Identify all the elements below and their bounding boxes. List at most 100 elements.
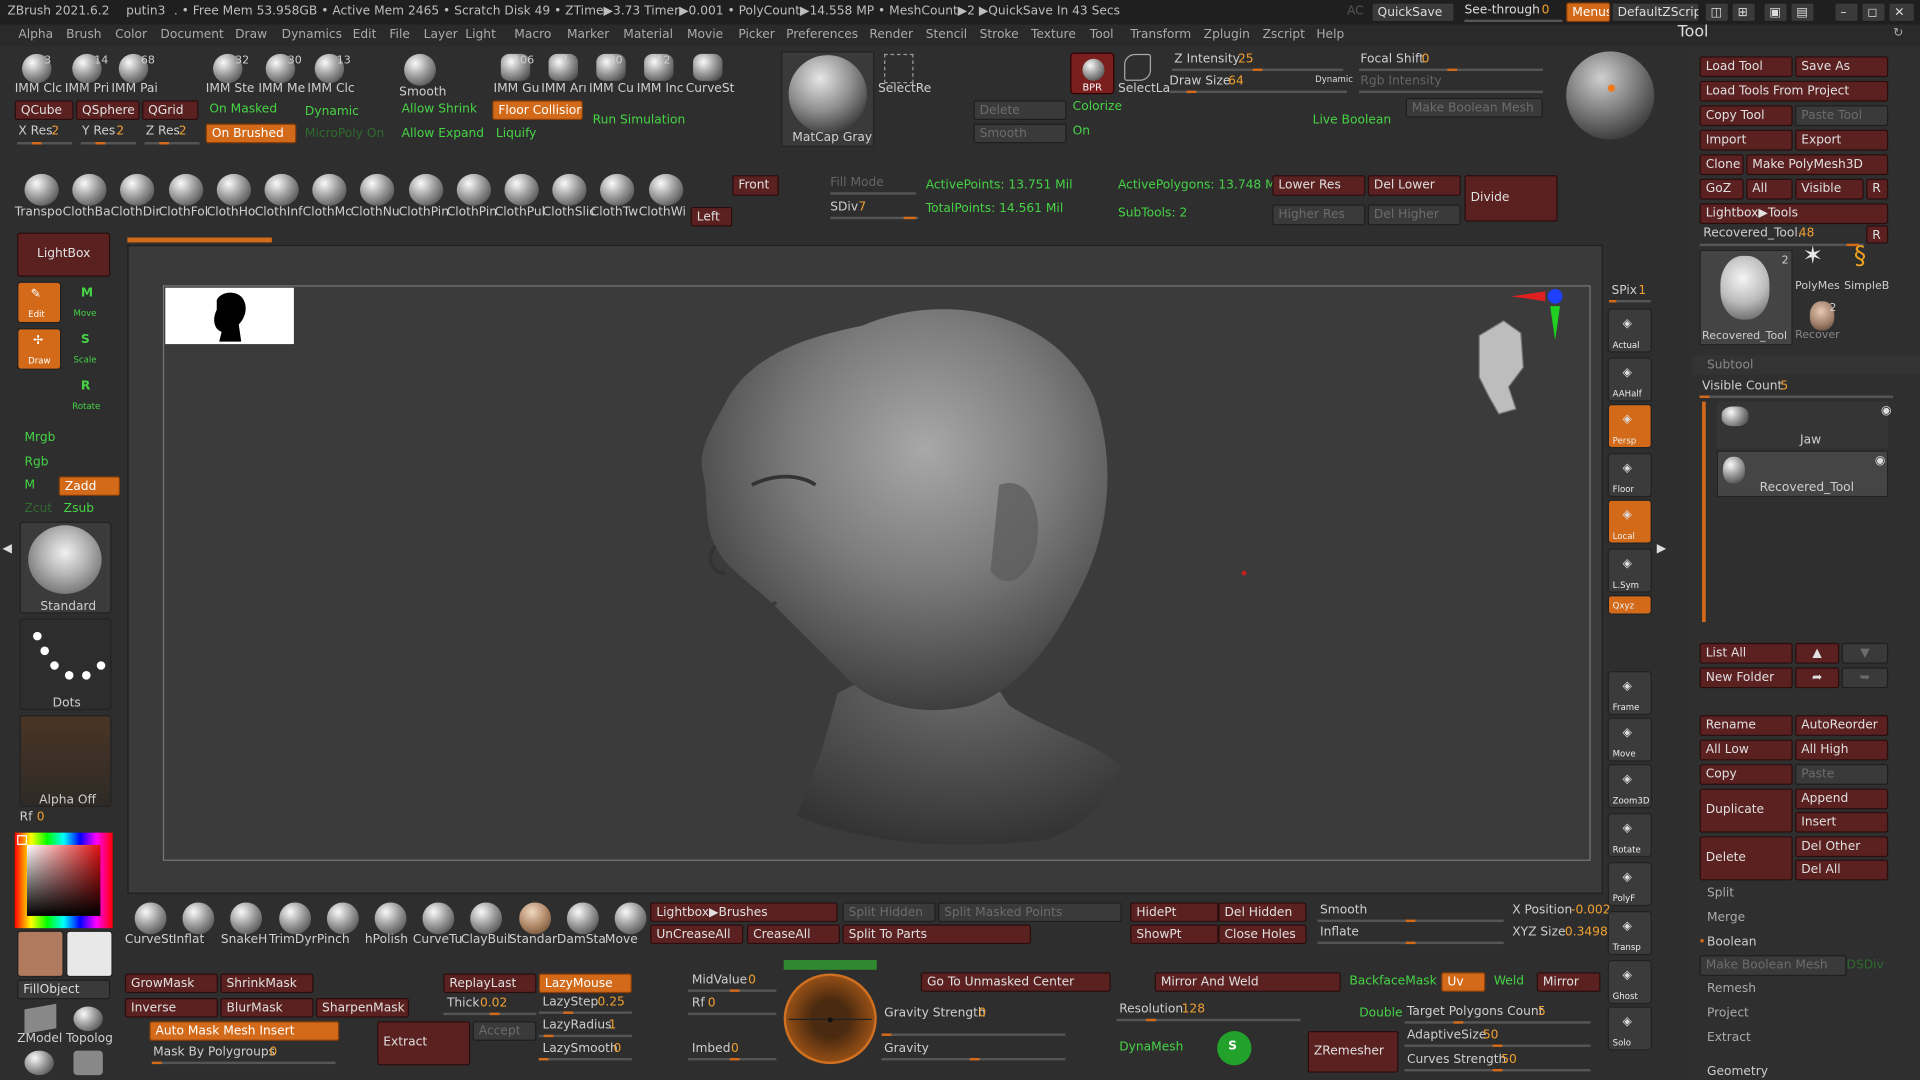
close-holes-button[interactable]: Close Holes [1218,924,1307,945]
focalshift-slider[interactable] [1359,68,1543,72]
inflate-slider[interactable] [1317,941,1504,945]
lightbox-brushes-button[interactable]: Lightbox▶Brushes [650,902,838,923]
move-down-arrow-icon[interactable]: ▼ [1841,642,1889,664]
menu-color[interactable]: Color [115,28,147,43]
on-masked-toggle[interactable]: On Masked [209,103,277,118]
curves-strength-value[interactable]: 50 [1501,1053,1517,1068]
cloth-brush-icon[interactable] [552,173,587,206]
menu-document[interactable]: Document [160,28,223,43]
menu-transform[interactable]: Transform [1130,28,1191,43]
xres-value[interactable]: 2 [51,125,59,140]
allow-shrink-toggle[interactable]: Allow Shrink [402,103,477,118]
make-boolean-mesh-button[interactable]: Make Boolean Mesh [1405,97,1543,118]
recovered-visibility-eye-icon[interactable]: ◉ [1875,454,1886,469]
showpt-button[interactable]: ShowPt [1130,924,1219,945]
cloth-brush-icon[interactable] [312,173,347,206]
fillmode-slider[interactable] [830,192,916,195]
yres-slider[interactable] [80,142,136,145]
project-section[interactable]: Project [1707,1007,1749,1022]
bottom-brush-icon[interactable] [614,902,647,935]
uv-toggle[interactable]: Uv [1441,972,1486,992]
rotate-mode-button[interactable]: R Rotate [66,375,108,417]
frame-view-button[interactable]: ◈ Frame [1607,671,1652,716]
on-brushed-toggle[interactable]: On Brushed [205,123,297,144]
rename-button[interactable]: Rename [1699,715,1793,736]
local-view-button[interactable]: ◈ Local [1607,499,1652,544]
tool-slider[interactable] [1699,243,1864,247]
target-polygons-value[interactable]: 5 [1538,1005,1546,1020]
floor-collision-toggle[interactable]: Floor Collision [492,100,583,121]
export-button[interactable]: Export [1795,129,1889,151]
merge-section[interactable]: Merge [1707,911,1745,926]
menu-file[interactable]: File [389,28,409,43]
all-high-button[interactable]: All High [1795,739,1889,761]
growmask-button[interactable]: GrowMask [124,973,218,994]
mrgb-toggle[interactable]: Mrgb [24,431,55,446]
higher-res-button[interactable]: Higher Res [1272,204,1366,226]
gravity-direction-dial[interactable] [783,973,877,1065]
delete-subtool-button[interactable]: Delete [1699,836,1793,881]
stroke-slot[interactable]: Dots [19,618,112,711]
zintensity-slider[interactable] [1171,68,1344,72]
ui-layout-icon-2[interactable]: ⊞ [1731,2,1756,23]
lazystep-slider[interactable] [538,1011,632,1014]
cloth-brush-icon[interactable] [72,173,107,206]
goz-r-button[interactable]: R [1866,178,1889,200]
boolean-section[interactable]: Boolean [1707,936,1757,951]
folder-arrow-icon-2[interactable]: ➥ [1841,667,1889,689]
split-hidden-button[interactable]: Split Hidden [842,902,936,923]
zremesher-button[interactable]: ZRemesher [1307,1031,1399,1073]
move-view-button[interactable]: ◈ Move [1607,717,1652,762]
lazyradius-slider[interactable] [538,1034,632,1038]
brush-icon-extra-1[interactable] [24,1050,54,1076]
clone-button[interactable]: Clone [1699,154,1744,176]
rgbintensity-slider[interactable] [1359,90,1543,94]
cloth-brush-icon[interactable] [648,173,683,206]
bottom-brush-icon[interactable] [566,902,599,935]
make-polymesh3d-button[interactable]: Make PolyMesh3D [1746,154,1889,176]
menu-preferences[interactable]: Preferences [786,28,858,43]
zres-slider[interactable] [144,142,200,145]
brush-slot[interactable]: Standard [19,521,112,614]
menu-macro[interactable]: Macro [514,28,551,43]
xyz-view-button[interactable]: Qxyz [1607,595,1652,615]
bottom-brush-icon[interactable] [278,902,311,935]
spix-value[interactable]: 1 [1638,284,1646,299]
spix-slider[interactable] [1608,300,1651,303]
collapse-right-icon[interactable]: ▶ [1657,542,1666,557]
liquify-toggle[interactable]: Liquify [496,127,537,142]
smooth-brush-icon[interactable] [404,53,436,86]
xposition-value[interactable]: -0.002 [1571,904,1610,919]
copy-tool-button[interactable]: Copy Tool [1699,105,1793,127]
weld-toggle[interactable]: Weld [1494,975,1524,990]
ui-layout-icon[interactable]: ◫ [1704,2,1729,23]
uncreaseall-button[interactable]: UnCreaseAll [650,924,744,945]
geometry-section[interactable]: Geometry [1707,1065,1768,1080]
del-other-button[interactable]: Del Other [1795,836,1889,858]
goz-all-button[interactable]: All [1746,178,1793,200]
blurmask-button[interactable]: BlurMask [220,997,314,1018]
adaptivesize-value[interactable]: 50 [1483,1029,1499,1044]
cloth-brush-icon[interactable] [120,173,155,206]
visible-count-value[interactable]: 5 [1780,380,1788,395]
zcut-toggle[interactable]: Zcut [24,502,52,517]
new-folder-button[interactable]: New Folder [1699,667,1793,689]
mask-by-polygroups-value[interactable]: 0 [269,1046,277,1061]
selectrect-icon[interactable] [884,53,914,84]
remesh-section[interactable]: Remesh [1707,982,1756,997]
imbed-value[interactable]: 0 [731,1042,739,1057]
cloth-brush-icon[interactable] [216,173,251,206]
cloth-brush-icon[interactable] [168,173,203,206]
bpr-render-button[interactable]: BPR [1070,52,1115,95]
rf-bottom-slider[interactable] [688,1012,777,1016]
imm2-brush-icon[interactable] [693,53,723,81]
menu-stroke[interactable]: Stroke [980,28,1019,43]
menu-tool[interactable]: Tool [1090,28,1114,43]
smooth-button[interactable]: Smooth [973,123,1067,144]
del-lower-button[interactable]: Del Lower [1367,175,1461,196]
menu-edit[interactable]: Edit [353,28,377,43]
subtool-scrollbar[interactable] [1702,401,1706,623]
bottom-brush-icon[interactable] [182,902,215,935]
polymesh-star-icon[interactable]: ✶ [1802,242,1823,266]
midvalue-value[interactable]: 0 [748,973,756,988]
